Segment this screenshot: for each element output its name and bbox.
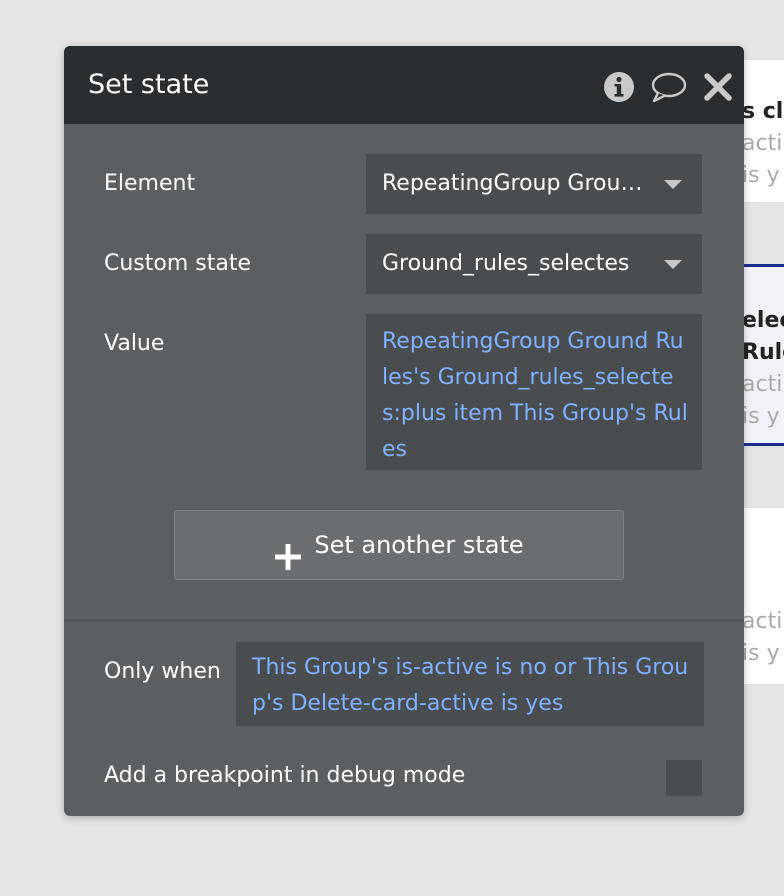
comment-icon[interactable]	[650, 70, 688, 104]
card-text: is y	[742, 641, 780, 666]
value-expression-editor[interactable]: RepeatingGroup Ground Rules's Ground_rul…	[366, 314, 702, 470]
info-icon[interactable]	[602, 70, 636, 104]
set-another-state-label: Set another state	[314, 531, 524, 559]
value-label: Value	[104, 331, 165, 356]
element-dropdown[interactable]: RepeatingGroup Ground Rules	[366, 154, 702, 214]
breakpoint-checkbox[interactable]	[666, 760, 702, 796]
breakpoint-label: Add a breakpoint in debug mode	[104, 763, 466, 788]
panel-title: Set state	[88, 69, 210, 100]
card-text: acti	[742, 372, 783, 397]
custom-state-label: Custom state	[104, 251, 252, 276]
only-when-expression-editor[interactable]: This Group's is-active is no or This Gro…	[236, 642, 704, 726]
card-title: s cl	[742, 99, 784, 124]
only-when-expression: This Group's is-active is no or This Gro…	[252, 655, 689, 716]
section-divider	[64, 620, 744, 621]
card-title: Rule	[742, 340, 784, 365]
plus-icon	[274, 529, 302, 570]
set-another-state-button[interactable]: Set another state	[174, 510, 624, 580]
value-expression: RepeatingGroup Ground Rules's Ground_rul…	[382, 329, 688, 462]
card-text: is y	[742, 163, 780, 188]
only-when-label: Only when	[104, 659, 221, 684]
set-state-panel: Set state Element RepeatingGroup Ground …	[64, 46, 744, 816]
card-text: acti	[742, 609, 783, 634]
close-icon[interactable]	[702, 70, 734, 104]
chevron-down-icon	[664, 180, 682, 189]
background-action-card[interactable]: acti is y	[742, 508, 784, 684]
background-action-card[interactable]: s cl acti is y	[742, 60, 784, 202]
custom-state-dropdown[interactable]: Ground_rules_selectes	[366, 234, 702, 294]
element-label: Element	[104, 171, 196, 196]
element-dropdown-value: RepeatingGroup Ground Rules	[382, 171, 702, 196]
card-title: elec	[742, 308, 784, 333]
card-text: is y	[742, 404, 780, 429]
background-action-card-selected[interactable]: elec Rule acti is y	[742, 264, 784, 446]
panel-header: Set state	[64, 46, 744, 124]
chevron-down-icon	[664, 260, 682, 269]
custom-state-dropdown-value: Ground_rules_selectes	[382, 251, 630, 276]
card-text: acti	[742, 131, 783, 156]
